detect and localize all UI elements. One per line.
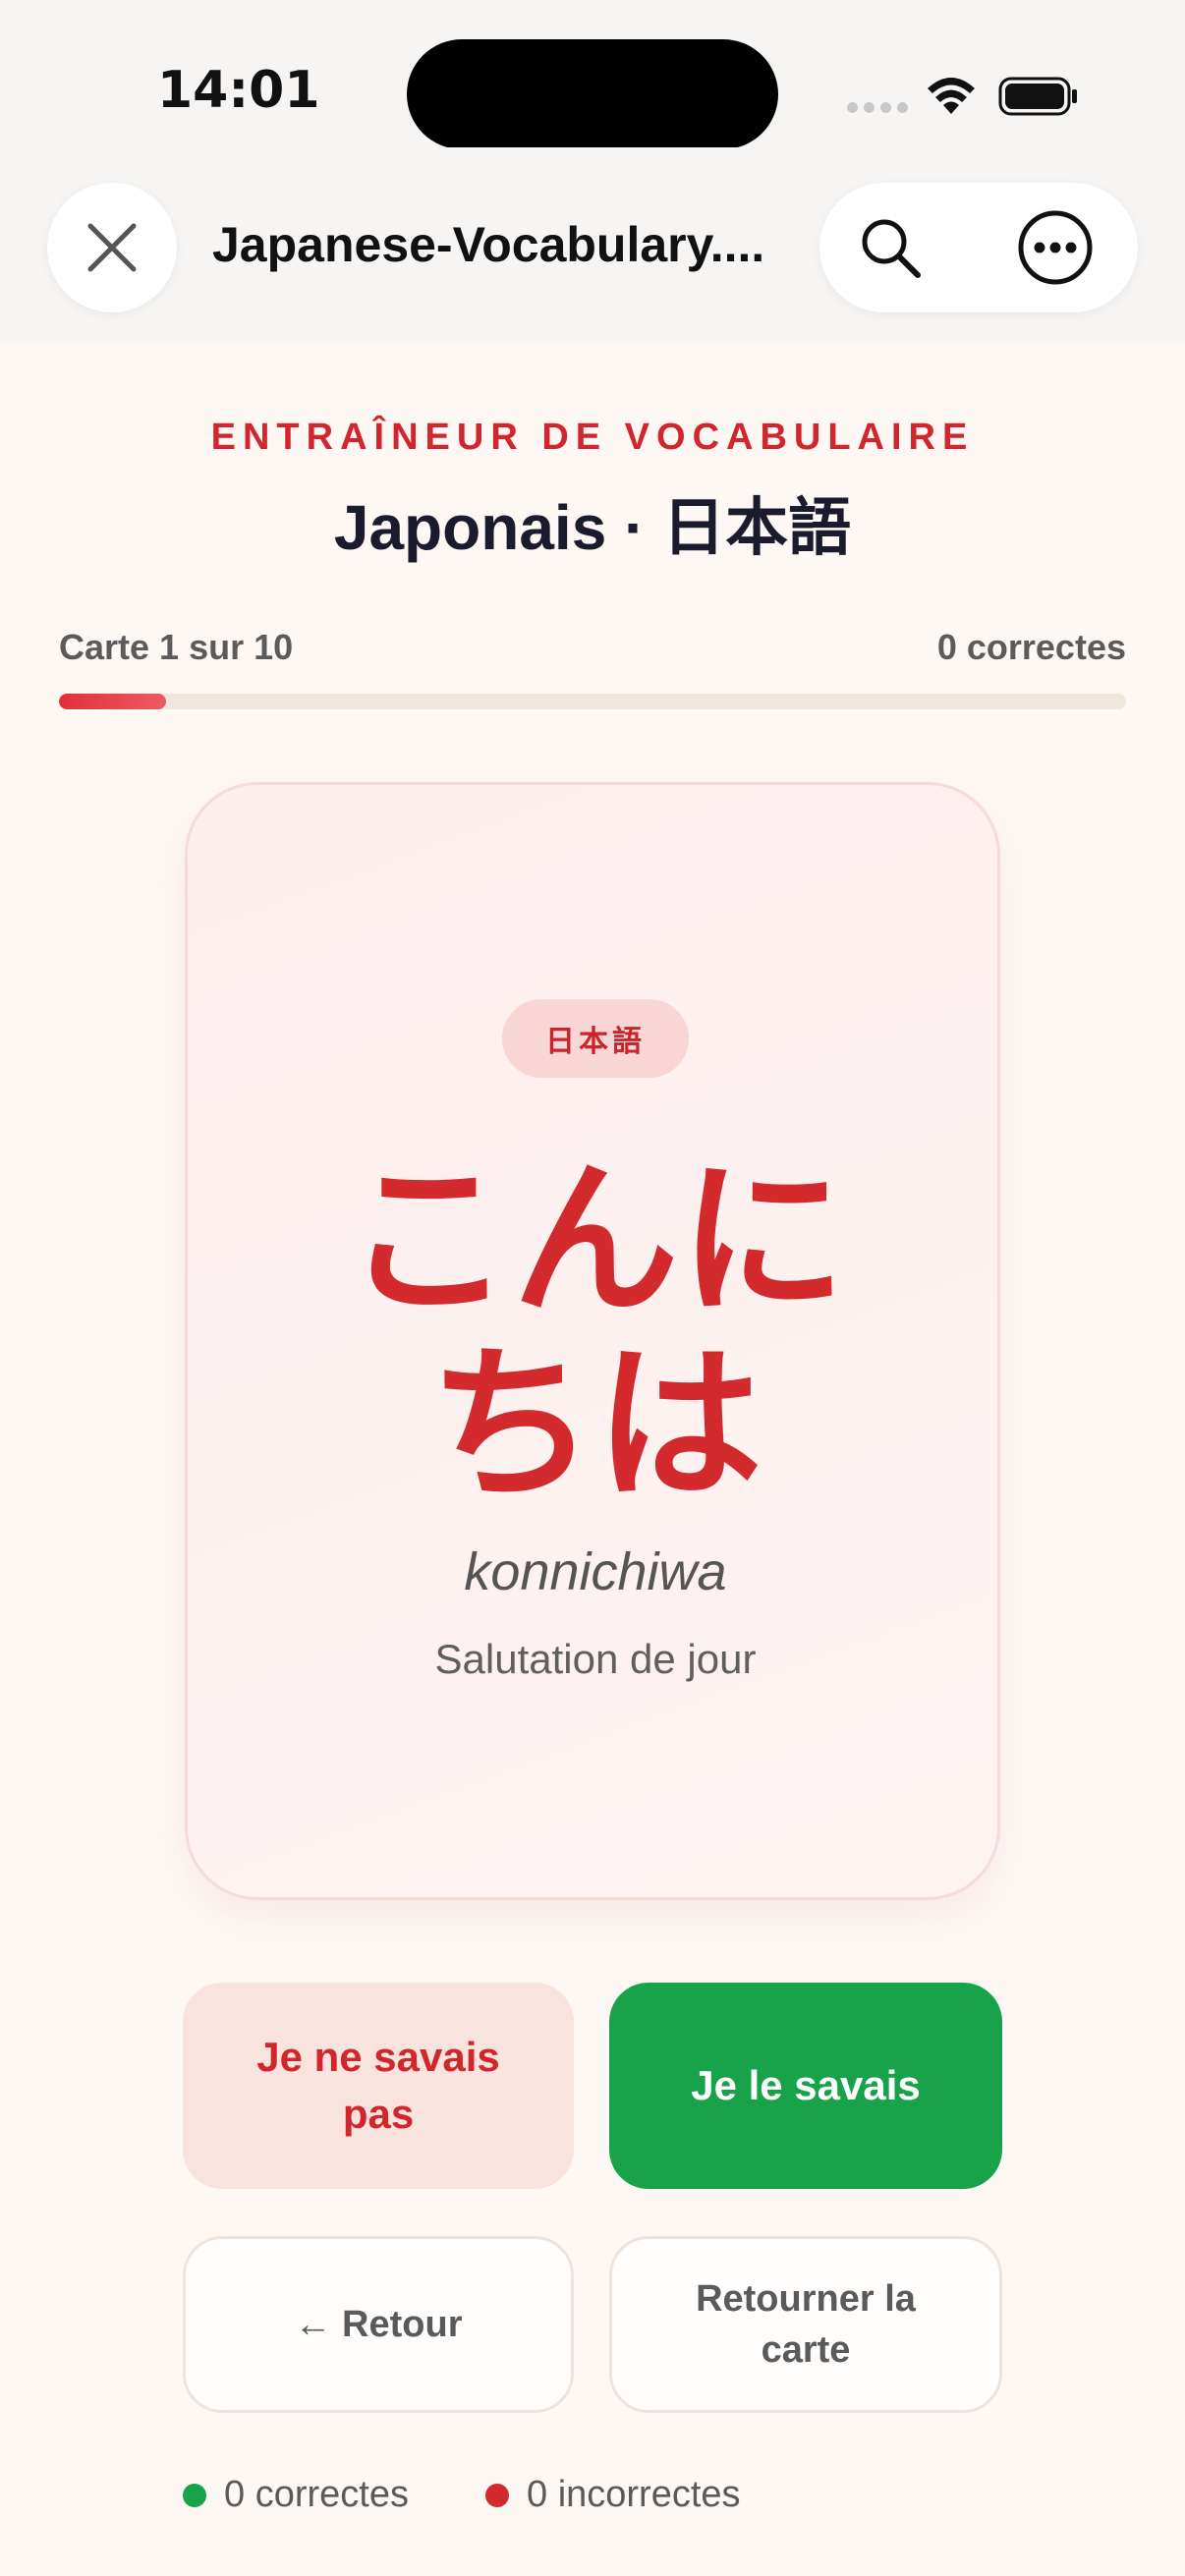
browser-top-bar: Japanese-Vocabulary.... [0, 147, 1185, 342]
knew-it-button[interactable]: Je le savais [609, 1983, 1002, 2189]
signal-icon [847, 102, 908, 113]
page-title: Japonais · 日本語 [333, 492, 852, 563]
status-time: 14:01 [157, 61, 320, 120]
didnt-know-button[interactable]: Je ne savais pas [183, 1983, 574, 2189]
correct-dot [183, 2483, 206, 2507]
progress-fill [59, 694, 166, 709]
search-icon [862, 219, 921, 278]
close-icon [87, 223, 137, 272]
app-eyebrow: ENTRAÎNEUR DE VOCABULAIRE [210, 417, 975, 458]
close-button[interactable] [47, 183, 177, 312]
progress-correct-label: 0 correctes [936, 627, 1126, 667]
search-button[interactable] [855, 212, 926, 283]
more-icon [1018, 210, 1093, 285]
correct-count: 0 correctes [183, 2474, 409, 2516]
wifi-icon [924, 75, 979, 123]
browser-action-group [819, 183, 1138, 312]
card-romaji: konnichiwa [464, 1542, 727, 1601]
card-word-line-1: こんに [344, 1144, 846, 1338]
back-button[interactable]: ← Retour [183, 2236, 574, 2413]
progress-card-label: Carte 1 sur 10 [59, 627, 294, 667]
incorrect-count-label: 0 incorrectes [527, 2474, 741, 2515]
dynamic-island [407, 39, 778, 149]
more-button[interactable] [1016, 208, 1095, 287]
flip-card-button[interactable]: Retourner la carte [609, 2236, 1002, 2413]
battery-icon [998, 75, 1081, 123]
card-meaning: Salutation de jour [434, 1636, 757, 1682]
incorrect-count: 0 incorrectes [485, 2474, 741, 2516]
correct-count-label: 0 correctes [224, 2474, 409, 2515]
card-word: こんに ちは [188, 1148, 1003, 1518]
incorrect-dot [485, 2483, 509, 2507]
progress-bar [59, 694, 1126, 709]
card-word-line-2: ちは [427, 1328, 762, 1523]
language-badge: 日本語 [502, 999, 689, 1078]
flash-card[interactable]: 日本語 こんに ちは konnichiwa Salutation de jour [185, 782, 1000, 1900]
page-name: Japanese-Vocabulary.... [212, 217, 765, 272]
